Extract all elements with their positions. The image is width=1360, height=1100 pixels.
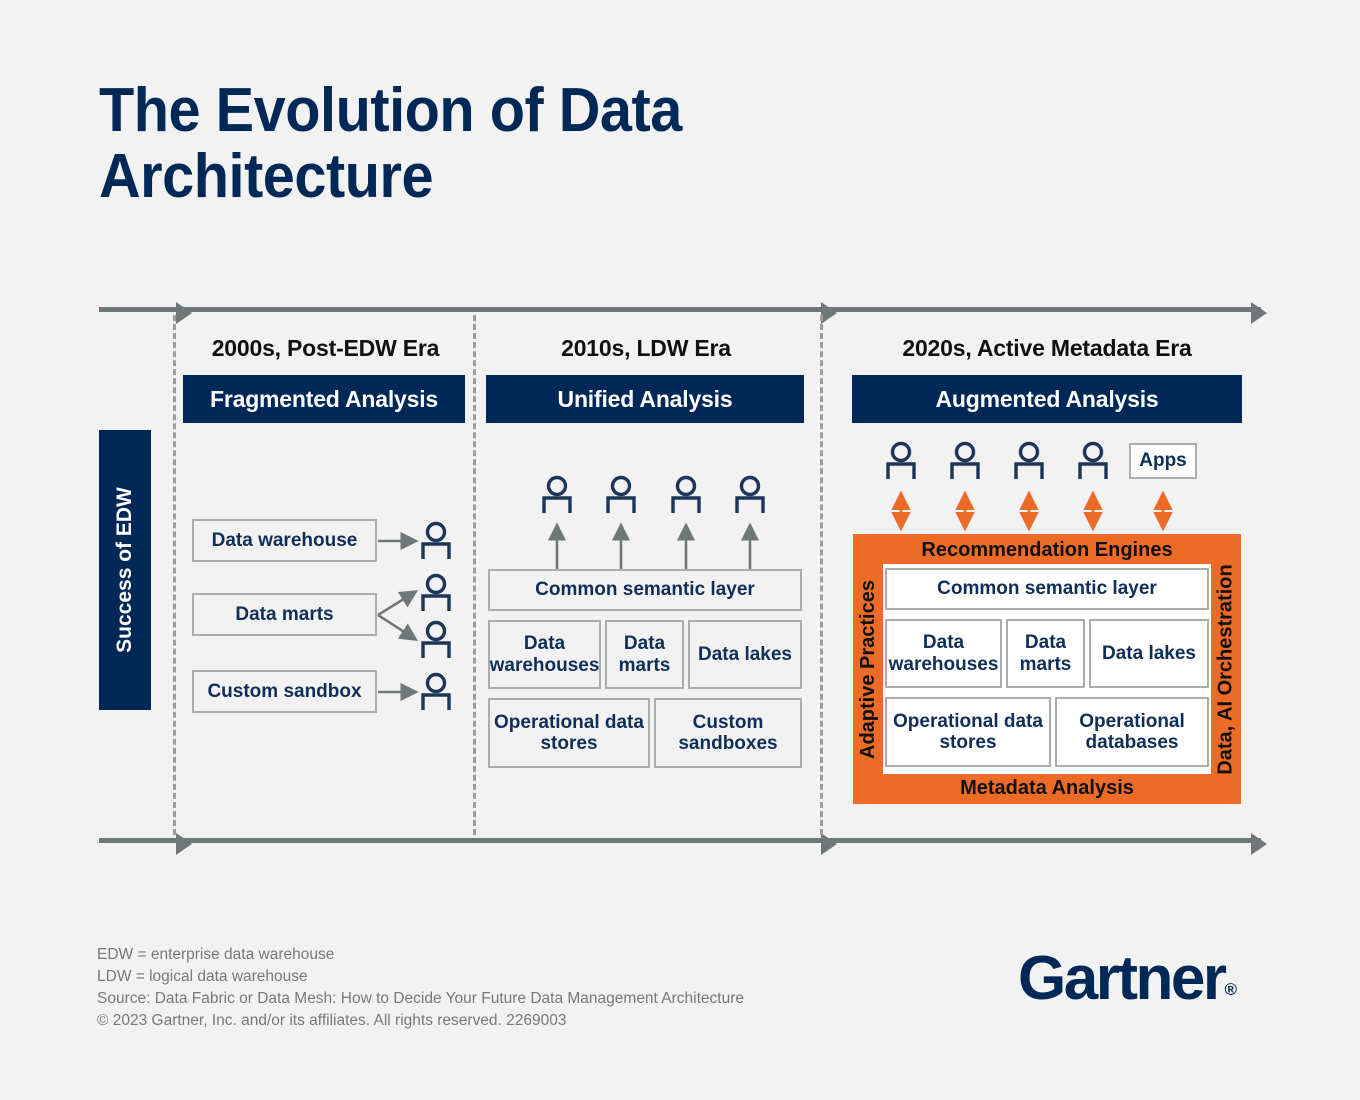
era-name-2010s: 2010s, LDW Era — [561, 335, 731, 361]
col2-up-arrows — [547, 522, 760, 570]
node-operational-databases-2020s[interactable]: Operational databases — [1055, 697, 1209, 767]
axis-arrowhead-bottom-2 — [821, 833, 837, 855]
col3-bidirectional-arrows — [891, 490, 1173, 532]
person-icon — [1078, 441, 1108, 479]
node-operational-data-stores-2020s[interactable]: Operational data stores — [885, 697, 1051, 767]
timeline-axis-bottom — [99, 838, 1261, 843]
era-banner-2010s: Unified Analysis — [486, 375, 804, 423]
panel-label-adaptive-practices: Adaptive Practices — [853, 534, 883, 804]
node-data-warehouses-2020s[interactable]: Data warehouses — [885, 619, 1002, 688]
gartner-logo: Gartner® — [1018, 948, 1237, 1010]
axis-arrowhead-top-1 — [176, 302, 192, 324]
person-icon — [1014, 441, 1044, 479]
era-banner-2000s: Fragmented Analysis — [183, 375, 465, 423]
node-common-semantic-layer-2020s[interactable]: Common semantic layer — [885, 568, 1209, 610]
era-banner-2020s: Augmented Analysis — [852, 375, 1242, 423]
node-common-semantic-layer-2010s[interactable]: Common semantic layer — [488, 569, 802, 611]
node-data-warehouse[interactable]: Data warehouse — [192, 519, 377, 562]
success-of-edw-text: Success of EDW — [113, 487, 136, 653]
timeline-axis-top — [99, 307, 1261, 312]
panel-label-metadata-analysis: Metadata Analysis — [960, 777, 1134, 799]
column-divider-1 — [173, 315, 176, 835]
panel-label-adaptive-practices-text: Adaptive Practices — [856, 579, 879, 759]
person-icon — [886, 441, 916, 479]
panel-label-data-ai-orchestration: Data, AI Orchestration — [1211, 534, 1241, 804]
era-name-2000s: 2000s, Post-EDW Era — [211, 335, 440, 361]
success-of-edw-label: Success of EDW — [99, 430, 151, 710]
person-icon — [421, 521, 451, 559]
footnotes: EDW = enterprise data warehouse LDW = lo… — [97, 946, 745, 1029]
node-data-lakes-2020s[interactable]: Data lakes — [1089, 619, 1209, 688]
node-data-marts-2000s[interactable]: Data marts — [192, 593, 377, 636]
person-icon — [606, 475, 636, 513]
infographic-canvas: The Evolution of Data Architecture 2000s… — [0, 0, 1360, 1100]
registered-trademark-icon: ® — [1224, 980, 1237, 999]
axis-arrowhead-top-2 — [821, 302, 837, 324]
axis-arrowhead-bottom-1 — [176, 833, 192, 855]
node-data-marts-2010s[interactable]: Data marts — [605, 620, 684, 689]
person-icon — [421, 672, 451, 710]
person-icon — [421, 620, 451, 658]
node-custom-sandboxes-2010s[interactable]: Custom sandboxes — [654, 698, 802, 768]
node-custom-sandbox[interactable]: Custom sandbox — [192, 670, 377, 713]
panel-label-recommendation-engines: Recommendation Engines — [921, 539, 1173, 561]
person-icon — [735, 475, 765, 513]
person-icon — [950, 441, 980, 479]
page-title: The Evolution of Data Architecture — [99, 76, 682, 211]
node-apps[interactable]: Apps — [1129, 443, 1197, 479]
person-icon — [421, 573, 451, 611]
panel-label-data-ai-orchestration-text: Data, AI Orchestration — [1214, 563, 1237, 775]
gartner-wordmark: Gartner — [1018, 944, 1227, 1013]
node-data-marts-2020s[interactable]: Data marts — [1006, 619, 1085, 688]
axis-arrowhead-bottom-3 — [1251, 833, 1267, 855]
person-icon — [671, 475, 701, 513]
node-operational-data-stores-2010s[interactable]: Operational data stores — [488, 698, 650, 768]
node-data-warehouses-2010s[interactable]: Data warehouses — [488, 620, 601, 689]
person-icon — [542, 475, 572, 513]
column-divider-2 — [473, 315, 476, 835]
era-name-2020s: 2020s, Active Metadata Era — [902, 335, 1192, 361]
axis-arrowhead-top-3 — [1251, 302, 1267, 324]
node-data-lakes-2010s[interactable]: Data lakes — [688, 620, 802, 689]
column-divider-3 — [820, 315, 823, 835]
